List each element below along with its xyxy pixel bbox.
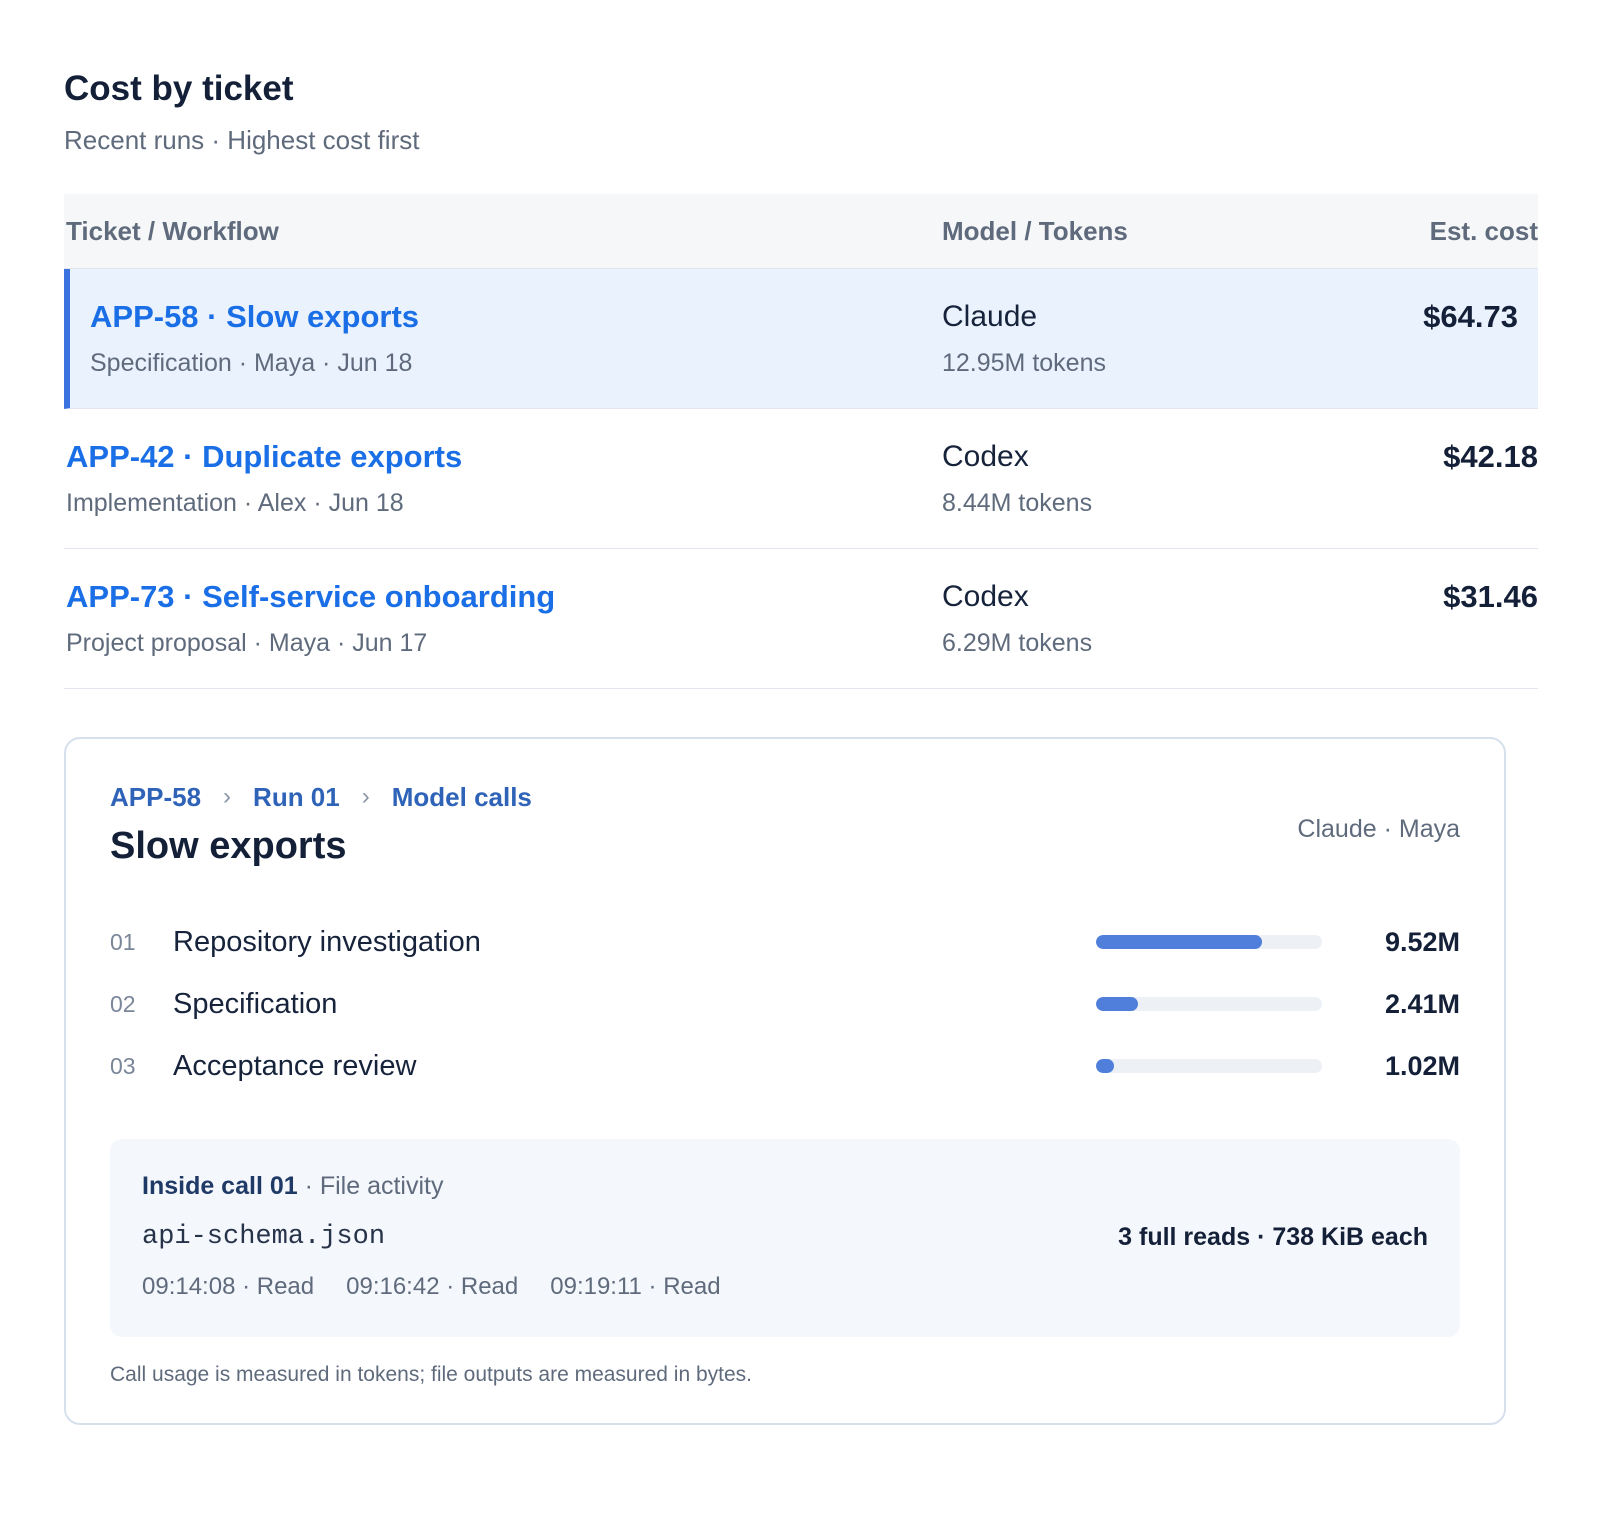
page-title: Cost by ticket [64, 69, 294, 108]
breadcrumb: APP-58 › Run 01 › Model calls [110, 781, 1460, 813]
usage-bar [1096, 1059, 1322, 1073]
model-tokens: 12.95M tokens [942, 349, 1106, 377]
breadcrumb-run[interactable]: Run 01 [253, 781, 340, 813]
file-read-list: 09:14:08 · Read 09:16:42 · Read 09:19:11… [142, 1273, 1428, 1301]
chevron-right-icon: › [223, 783, 232, 810]
column-header-cost[interactable]: Est. cost [1362, 216, 1538, 247]
model-name: Codex [942, 440, 1029, 473]
ticket-meta: Project proposal · Maya · Jun 17 [66, 629, 428, 657]
est-cost: $42.18 [1443, 439, 1538, 474]
page-subtitle: Recent runs · Highest cost first [64, 125, 420, 155]
est-cost: $64.73 [1423, 299, 1518, 334]
table-row[interactable]: APP-58 · Slow exports Specification · Ma… [64, 269, 1538, 409]
detail-title: Slow exports [110, 825, 347, 867]
file-read-event: 09:14:08 · Read [142, 1273, 315, 1300]
call-tokens: 2.41M [1384, 988, 1460, 1019]
column-header-ticket[interactable]: Ticket / Workflow [64, 216, 942, 247]
call-name: Repository investigation [173, 925, 481, 958]
model-name: Codex [942, 580, 1029, 613]
column-header-model[interactable]: Model / Tokens [942, 216, 1362, 247]
breadcrumb-ticket[interactable]: APP-58 [110, 781, 201, 813]
table-header: Ticket / Workflow Model / Tokens Est. co… [64, 194, 1538, 269]
table-row[interactable]: APP-73 · Self-service onboarding Project… [64, 549, 1538, 689]
file-read-event: 09:19:11 · Read [550, 1273, 721, 1300]
file-activity-label: · File activity [297, 1172, 444, 1200]
detail-meta: Claude · Maya [1297, 815, 1460, 843]
est-cost: $31.46 [1443, 579, 1538, 614]
file-activity-heading: Inside call 01 · File activity [142, 1171, 1428, 1201]
chevron-right-icon: › [361, 783, 370, 810]
usage-bar [1096, 997, 1322, 1011]
ticket-link[interactable]: APP-58 · Slow exports [90, 299, 942, 335]
file-read-summary: 3 full reads · 738 KiB each [1118, 1223, 1428, 1251]
model-name: Claude [942, 300, 1038, 333]
ticket-link[interactable]: APP-73 · Self-service onboarding [66, 579, 942, 615]
model-tokens: 8.44M tokens [942, 489, 1093, 517]
usage-bar-fill [1096, 1059, 1114, 1073]
ticket-link[interactable]: APP-42 · Duplicate exports [66, 439, 942, 475]
call-name: Specification [173, 987, 338, 1020]
call-name: Acceptance review [173, 1049, 417, 1082]
call-number: 02 [110, 990, 136, 1017]
call-number: 01 [110, 928, 136, 955]
cost-table: Ticket / Workflow Model / Tokens Est. co… [64, 194, 1538, 689]
model-call-row[interactable]: 01 Repository investigation 9.52M [110, 911, 1460, 973]
call-tokens: 9.52M [1384, 926, 1460, 957]
ticket-meta: Implementation · Alex · Jun 18 [66, 489, 404, 517]
call-number: 03 [110, 1052, 136, 1079]
breadcrumb-model-calls[interactable]: Model calls [392, 781, 532, 813]
cost-page: Cost by ticket Recent runs · Highest cos… [0, 0, 1600, 1425]
usage-bar-fill [1096, 935, 1263, 949]
file-activity-panel: Inside call 01 · File activity api-schem… [110, 1139, 1460, 1337]
usage-bar-fill [1096, 997, 1139, 1011]
ticket-meta: Specification · Maya · Jun 18 [90, 349, 413, 377]
file-read-event: 09:16:42 · Read [346, 1273, 519, 1300]
model-call-row[interactable]: 03 Acceptance review 1.02M [110, 1035, 1460, 1097]
model-tokens: 6.29M tokens [942, 629, 1093, 657]
model-call-row[interactable]: 02 Specification 2.41M [110, 973, 1460, 1035]
table-row[interactable]: APP-42 · Duplicate exports Implementatio… [64, 409, 1538, 549]
footnote: Call usage is measured in tokens; file o… [110, 1363, 753, 1386]
model-calls-list: 01 Repository investigation 9.52M 02 Spe… [110, 911, 1460, 1097]
call-tokens: 1.02M [1384, 1050, 1460, 1081]
usage-bar [1096, 935, 1322, 949]
file-activity-call: Inside call 01 [142, 1172, 298, 1200]
run-detail-card: APP-58 › Run 01 › Model calls Slow expor… [64, 737, 1506, 1425]
